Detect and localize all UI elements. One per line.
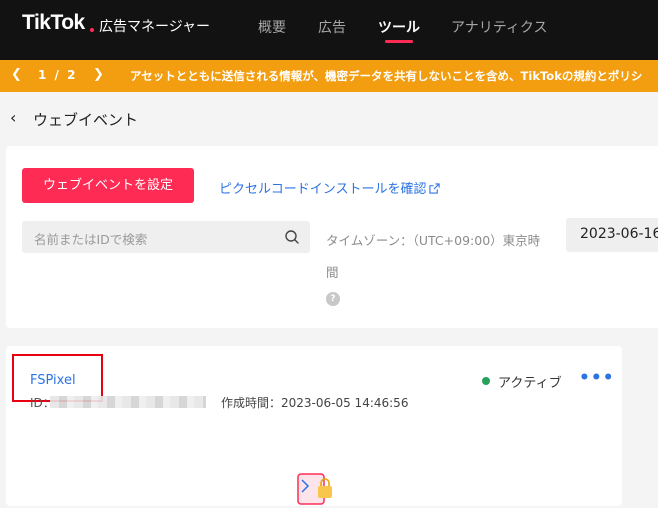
toolbar-panel: ウェブイベントを設定 ピクセルコードインストールを確認 名前またはIDで検索 タ… — [6, 146, 658, 328]
timezone-label: タイムゾーン：（UTC+09:00）東京時間 — [326, 233, 541, 280]
chevron-right-icon[interactable]: ❯ — [93, 67, 104, 82]
nav-overview[interactable]: 概要 — [258, 17, 286, 37]
date-value: 2023-06-16 — [580, 226, 658, 242]
back-arrow-icon[interactable]: ‹ — [10, 108, 16, 127]
nav-ads[interactable]: 広告 — [318, 17, 346, 37]
brand-name: TikTok — [22, 11, 85, 34]
notice-message: アセットとともに送信される情報が、機密データを共有しないことを含め、TikTok… — [130, 69, 643, 83]
notice-banner: ❮ 1 / 2 ❯ アセットとともに送信される情報が、機密データを共有しないこと… — [0, 60, 658, 92]
brand-product: 広告マネージャー — [99, 19, 211, 35]
pixel-card: FSPixel ID： 作成時間：2023-06-05 14:46:56 アクテ… — [6, 346, 622, 506]
pixel-name-link[interactable]: FSPixel — [30, 373, 76, 388]
top-navbar: TikTok 広告マネージャー 概要 広告 ツール アナリティクス — [0, 0, 658, 60]
nav-analytics[interactable]: アナリティクス — [451, 17, 547, 37]
help-icon[interactable]: ? — [326, 292, 340, 306]
check-install-link[interactable]: ピクセルコードインストールを確認 — [219, 178, 441, 197]
search-input[interactable]: 名前またはIDで検索 — [22, 221, 310, 253]
more-options-icon[interactable]: ••• — [579, 368, 615, 388]
check-install-label: ピクセルコードインストールを確認 — [219, 182, 427, 197]
pixel-id-redacted — [50, 396, 206, 408]
nav-tools[interactable]: ツール — [378, 17, 420, 37]
nav-active-indicator — [385, 40, 413, 43]
brand-dot — [90, 28, 94, 32]
created-time: 作成時間：2023-06-05 14:46:56 — [221, 396, 409, 410]
status-badge: アクティブ — [498, 376, 562, 391]
status-dot-icon — [482, 377, 490, 385]
notice-pager: 1 / 2 — [38, 68, 78, 82]
external-link-icon — [429, 183, 441, 194]
empty-state-illustration-icon — [297, 473, 332, 505]
page-title: ウェブイベント — [33, 111, 139, 129]
chevron-left-icon[interactable]: ❮ — [11, 67, 22, 82]
search-placeholder: 名前またはIDで検索 — [34, 232, 148, 247]
search-icon[interactable] — [284, 229, 300, 245]
date-picker[interactable]: 2023-06-16 — [566, 218, 658, 252]
setup-web-event-button[interactable]: ウェブイベントを設定 — [22, 168, 194, 203]
